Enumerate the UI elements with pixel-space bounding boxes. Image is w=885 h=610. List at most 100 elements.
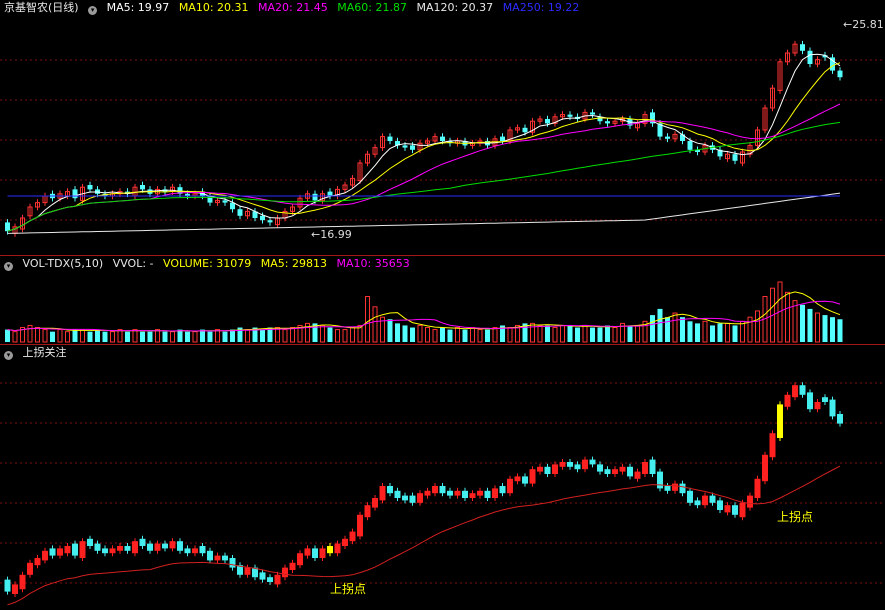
indicator-bar xyxy=(379,486,386,501)
volume-bar xyxy=(387,319,393,342)
volume-bar xyxy=(132,329,138,343)
signal-label-1: 上拐点 xyxy=(330,582,367,596)
volume-bar xyxy=(335,329,340,343)
volume-bar xyxy=(170,331,175,343)
indicator-bar xyxy=(334,543,341,554)
indicator-bar xyxy=(664,486,671,491)
indicator-bar xyxy=(102,548,108,554)
volume-bar xyxy=(597,327,603,342)
signal-label-2: 上拐点 xyxy=(777,510,814,524)
volume-panel[interactable]: ▾ VOL-TDX(5,10) VVOL: - VOLUME: 31079 MA… xyxy=(0,256,885,344)
volume-bar xyxy=(552,327,558,343)
indicator-bar xyxy=(679,483,686,494)
indicator-bar xyxy=(477,490,483,496)
indicator-bar xyxy=(507,478,513,494)
volume-bar xyxy=(425,327,430,343)
volume-bar xyxy=(290,327,295,343)
indicator-bar xyxy=(709,495,716,503)
vol-title: VOL-TDX(5,10) xyxy=(22,257,104,270)
indicator-bar xyxy=(319,548,326,558)
candle-body xyxy=(312,193,318,201)
indicator-bar xyxy=(357,514,363,537)
indicator-bar xyxy=(747,495,753,508)
candle-body xyxy=(590,112,595,115)
volume-bar xyxy=(507,327,513,343)
volume-bar xyxy=(575,327,580,342)
indicator-bar xyxy=(132,541,138,554)
indicator-bar xyxy=(124,546,131,551)
candle-body xyxy=(402,145,408,148)
volume-bar xyxy=(410,327,415,342)
indicator-bar xyxy=(589,459,596,465)
candle-body xyxy=(267,220,273,223)
indicator-bar xyxy=(34,558,41,566)
candle-body xyxy=(522,127,528,133)
volume-bar xyxy=(605,325,610,342)
candle-body xyxy=(222,200,228,203)
volume-bar xyxy=(800,304,805,342)
indicator-bar xyxy=(687,490,693,503)
volume-bar xyxy=(200,329,205,342)
price-panel[interactable]: 京基智农(日线) ▾ MA5: 19.97 MA10: 20.31 MA20: … xyxy=(0,0,885,255)
volume-bar xyxy=(747,316,753,343)
volume-bar xyxy=(260,329,265,342)
volume-bar xyxy=(680,317,685,342)
indicator-bar xyxy=(702,495,708,506)
ma5-label: MA5: 19.97 xyxy=(106,1,170,14)
volume-bar xyxy=(57,329,63,343)
settings-circle-icon[interactable]: ▾ xyxy=(4,262,13,271)
indicator-bar xyxy=(597,464,603,472)
indicator-bar xyxy=(454,490,461,496)
candle-body xyxy=(140,185,145,190)
vol-ma5: MA5: 29813 xyxy=(260,257,327,270)
indicator-bar xyxy=(94,543,101,551)
indicator-bar xyxy=(799,385,806,395)
indicator-bar xyxy=(672,483,678,491)
vvol-label: VVOL: - xyxy=(112,257,154,270)
indicator-bar xyxy=(657,471,663,489)
candle-body xyxy=(665,136,670,139)
indicator-bar xyxy=(574,464,581,470)
candlestick-chart[interactable] xyxy=(0,0,885,255)
volume-bar xyxy=(402,325,408,342)
candle-body xyxy=(5,222,10,232)
indicator-bar xyxy=(769,433,776,458)
volume-bar xyxy=(815,312,820,343)
ma20-label: MA20: 21.45 xyxy=(258,1,328,14)
settings-circle-icon[interactable]: ▾ xyxy=(4,351,13,360)
volume-bar xyxy=(492,327,498,343)
indicator-bar xyxy=(627,466,633,477)
indicator-bar xyxy=(297,553,303,566)
indicator-bar xyxy=(184,548,191,554)
volume-bar xyxy=(807,308,813,342)
candle-body xyxy=(545,119,550,124)
indicator-bar xyxy=(739,502,746,518)
indicator-chart[interactable] xyxy=(0,345,885,610)
price-legend: 京基智农(日线) ▾ MA5: 19.97 MA10: 20.31 MA20: … xyxy=(4,1,585,15)
indicator-bar xyxy=(634,471,641,479)
candle-body xyxy=(807,50,813,64)
indicator-bar xyxy=(72,543,78,556)
volume-bar xyxy=(477,329,483,343)
volume-bar xyxy=(732,325,738,342)
volume-bar xyxy=(320,324,325,343)
indicator-bar xyxy=(724,505,731,513)
volume-bar xyxy=(162,331,168,342)
indicator-bar xyxy=(514,476,521,482)
indicator-bar xyxy=(207,550,213,561)
volume-bar xyxy=(417,324,423,343)
volume-bar xyxy=(177,329,183,342)
indicator-panel[interactable]: ▾ 上拐关注 上拐点 上拐点 xyxy=(0,345,885,610)
indicator-bar xyxy=(162,543,168,549)
candle-body xyxy=(440,136,445,141)
candle-body xyxy=(72,189,78,199)
volume-bar xyxy=(582,324,588,343)
indicator-bar xyxy=(537,466,543,472)
settings-circle-icon[interactable]: ▾ xyxy=(88,6,98,15)
volume-bar xyxy=(230,329,235,342)
candle-body xyxy=(732,154,738,161)
volume-bar xyxy=(440,327,445,342)
volume-bar xyxy=(537,324,543,343)
indicator-bar xyxy=(499,486,506,494)
indicator-bar xyxy=(387,486,393,494)
